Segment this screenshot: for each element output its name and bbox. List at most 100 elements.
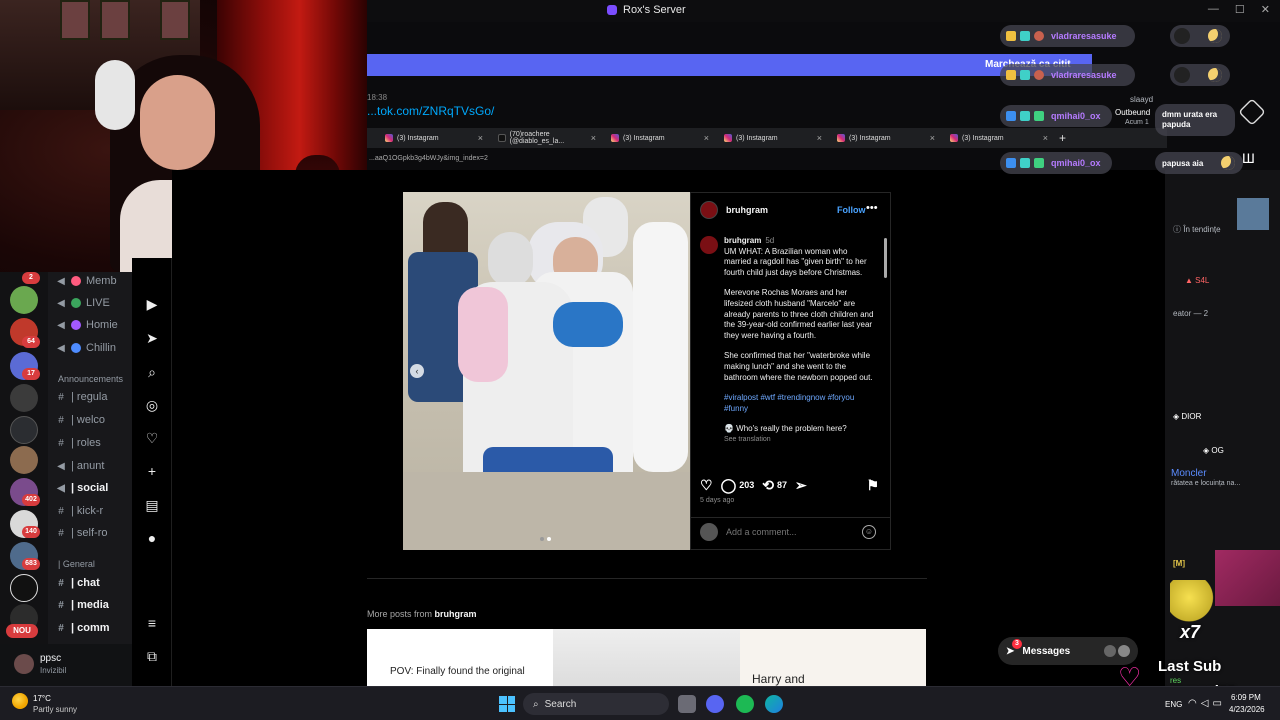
server-icon[interactable] — [10, 574, 38, 602]
channel-text[interactable]: # | regula — [56, 388, 107, 406]
share-send-icon[interactable]: ➢ — [795, 477, 807, 494]
maximize-icon[interactable]: ☐ — [1235, 3, 1245, 16]
dashboard-icon[interactable]: ▤ — [144, 497, 160, 513]
scrollbar-thumb[interactable] — [884, 238, 887, 278]
notifications-heart-icon[interactable]: ♡ — [144, 430, 160, 446]
server-icon[interactable] — [10, 446, 38, 474]
messages-button[interactable]: ➤ 3 Messages — [998, 637, 1138, 665]
edge-browser-icon[interactable] — [765, 695, 783, 713]
unread-badge: 402 — [22, 494, 40, 506]
threads-icon[interactable]: ⧉ — [144, 648, 160, 664]
clock-date[interactable]: 4/23/2026 — [1229, 705, 1265, 714]
file-explorer-icon[interactable] — [678, 695, 696, 713]
wifi-icon[interactable]: ◠ — [1188, 698, 1201, 709]
volume-icon[interactable]: ◁ — [1201, 698, 1213, 709]
message-link[interactable]: ...tok.com/ZNRqTVsGo/ — [367, 104, 494, 118]
more-options-icon[interactable]: ••• — [866, 202, 878, 214]
channel-text[interactable]: # | welco — [56, 411, 105, 429]
weather-description[interactable]: Partly sunny — [33, 705, 77, 714]
browser-tab[interactable]: (3) Instagram × — [601, 128, 713, 148]
caption-avatar[interactable] — [700, 236, 718, 254]
author-avatar[interactable] — [700, 201, 718, 219]
server-icon[interactable] — [10, 384, 38, 412]
caption-scrollbar[interactable] — [884, 232, 888, 464]
category-general[interactable]: | General — [58, 559, 95, 569]
repost-button[interactable]: ⟲ 87 — [762, 477, 787, 494]
more-posts-user[interactable]: bruhgram — [435, 609, 477, 619]
related-post-thumbnail[interactable]: Harry and — [740, 629, 926, 686]
related-post-thumbnail[interactable]: POV: Finally found the original — [367, 629, 553, 686]
emoji-icon[interactable]: ☺ — [862, 525, 876, 539]
post-image[interactable] — [403, 192, 690, 550]
discord-icon[interactable] — [706, 695, 724, 713]
channel-text[interactable]: ◀ | social — [56, 479, 108, 497]
channel-voice[interactable]: ◀ Homie — [56, 316, 118, 334]
channel-text[interactable]: ◀ | anunt — [56, 457, 104, 475]
browser-tab[interactable]: (3) Instagram × — [827, 128, 939, 148]
close-tab-icon[interactable]: × — [930, 133, 935, 143]
channel-text[interactable]: # | roles — [56, 434, 101, 452]
server-icon[interactable] — [10, 416, 38, 444]
reels-icon[interactable]: ▶ — [144, 296, 160, 312]
profile-avatar-icon[interactable]: ● — [144, 530, 160, 546]
category-announcements[interactable]: Announcements — [58, 374, 123, 384]
spotify-icon[interactable] — [736, 695, 754, 713]
channel-text[interactable]: # | chat — [56, 574, 100, 592]
clock-time[interactable]: 6:09 PM — [1231, 693, 1261, 702]
caption-question: 💀 Who's really the problem here? — [724, 424, 847, 434]
close-tab-icon[interactable]: × — [478, 133, 483, 143]
new-messages-bar[interactable] — [367, 54, 1092, 76]
new-badge: NOU — [6, 624, 38, 638]
window-controls: — ☐ ✕ — [1208, 3, 1270, 16]
channel-voice[interactable]: ◀ Chillin — [56, 339, 116, 357]
battery-icon[interactable]: ▭ — [1212, 698, 1225, 709]
create-icon[interactable]: + — [144, 463, 160, 479]
related-post-thumbnail[interactable] — [553, 629, 740, 686]
search-icon[interactable]: ⌕ — [144, 364, 160, 380]
weather-sun-icon[interactable] — [12, 693, 28, 709]
taskbar-search[interactable]: ⌕ Search — [523, 693, 669, 715]
previous-image-button[interactable]: ‹ — [410, 364, 424, 378]
like-heart-icon[interactable]: ♡ — [700, 477, 713, 494]
unread-badge: 17 — [22, 368, 40, 380]
see-translation-link[interactable]: See translation — [724, 435, 874, 446]
minimize-icon[interactable]: — — [1208, 3, 1219, 16]
explore-icon[interactable]: ◎ — [144, 397, 160, 413]
caption-paragraph: Merevone Rochas Moraes and her lifesized… — [724, 288, 874, 340]
caption-hashtags[interactable]: #viralpost #wtf #trendingnow #foryou #fu… — [724, 393, 874, 414]
new-tab-button[interactable]: + — [1057, 128, 1077, 148]
close-tab-icon[interactable]: × — [817, 133, 822, 143]
close-tab-icon[interactable]: × — [1043, 133, 1048, 143]
channel-voice[interactable]: ◀ Memb — [56, 272, 116, 290]
weather-temperature[interactable]: 17°C — [33, 694, 51, 703]
browser-tab[interactable]: (3) Instagram × — [940, 128, 1052, 148]
channel-voice[interactable]: ◀ LIVE — [56, 294, 110, 312]
url-bar[interactable]: ...aaQ1OGpkb3g4bWJy&img_index=2 — [367, 150, 1007, 168]
channel-text[interactable]: # | self-ro — [56, 524, 107, 542]
close-icon[interactable]: ✕ — [1261, 3, 1270, 16]
close-tab-icon[interactable]: × — [704, 133, 709, 143]
avatar[interactable] — [14, 654, 34, 674]
save-bookmark-icon[interactable]: ⚑ — [866, 477, 879, 494]
menu-icon[interactable]: ≡ — [144, 615, 160, 631]
browser-tab[interactable]: (3) Instagram × — [714, 128, 826, 148]
server-icon[interactable] — [10, 286, 38, 314]
author-username[interactable]: bruhgram — [726, 205, 768, 215]
member-name[interactable]: Moncler — [1171, 468, 1207, 479]
start-button[interactable] — [499, 696, 515, 712]
browser-tab[interactable]: (70)roachere (@diablo_es_la... × — [488, 128, 600, 148]
follow-button[interactable]: Follow — [837, 205, 866, 215]
system-tray[interactable]: ◠◁▭ — [1188, 698, 1226, 709]
trending-thumbnail[interactable] — [1237, 198, 1269, 230]
comment-input[interactable] — [726, 527, 846, 537]
sub-badge-icon — [1020, 70, 1030, 80]
send-icon[interactable]: ➤ — [144, 330, 160, 346]
close-tab-icon[interactable]: × — [591, 133, 596, 143]
channel-text[interactable]: # | comm — [56, 619, 109, 637]
channel-text[interactable]: # | kick-r — [56, 502, 103, 520]
channel-text[interactable]: # | media — [56, 596, 109, 614]
input-language[interactable]: ENG — [1165, 700, 1182, 709]
caption-username[interactable]: bruhgram — [724, 236, 761, 245]
browser-tab[interactable]: (3) Instagram × — [375, 128, 487, 148]
comment-button[interactable]: ◯ 203 — [721, 477, 755, 494]
